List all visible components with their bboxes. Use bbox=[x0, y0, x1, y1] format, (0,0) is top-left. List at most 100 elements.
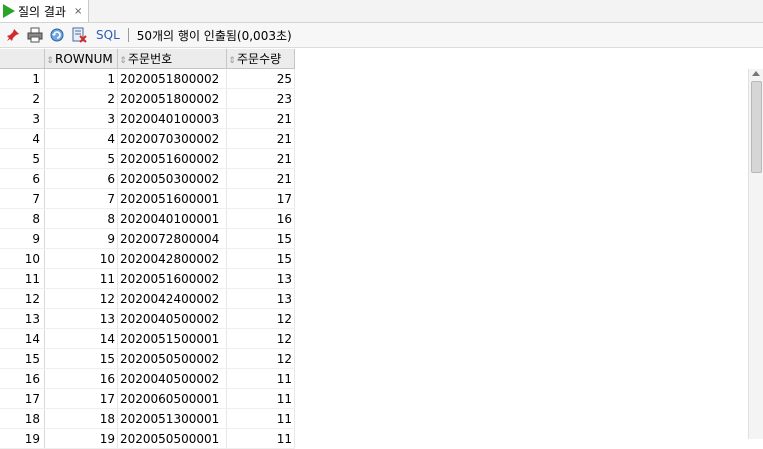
order-no-cell[interactable]: 2020051600002 bbox=[117, 148, 227, 169]
order-no-cell[interactable]: 2020040500002 bbox=[117, 308, 227, 329]
table-row[interactable]: 17 17 2020060500001 11 bbox=[0, 388, 295, 409]
print-icon[interactable] bbox=[26, 26, 44, 44]
table-row[interactable]: 14 14 2020051500001 12 bbox=[0, 328, 295, 349]
result-grid: ⇕ROWNUM ⇕주문번호 ⇕주문수량 1 1 2020051800002 25 2 2 2… bbox=[0, 49, 295, 449]
rownum-cell[interactable]: 12 bbox=[44, 288, 118, 309]
order-no-cell[interactable]: 2020051800002 bbox=[117, 88, 227, 109]
order-qty-cell[interactable]: 17 bbox=[226, 188, 295, 209]
refresh-icon[interactable] bbox=[48, 26, 66, 44]
rownum-cell[interactable]: 18 bbox=[44, 408, 118, 429]
row-index-cell: 17 bbox=[0, 388, 45, 409]
table-row[interactable]: 13 13 2020040500002 12 bbox=[0, 308, 295, 329]
rownum-cell[interactable]: 2 bbox=[44, 88, 118, 109]
sort-icon[interactable]: ⇕ bbox=[118, 56, 128, 66]
order-qty-cell[interactable]: 23 bbox=[226, 88, 295, 109]
row-index-cell: 5 bbox=[0, 148, 45, 169]
result-toolbar: SQL 50개의 행이 인출됨(0,003초) bbox=[0, 23, 763, 48]
order-qty-cell[interactable]: 12 bbox=[226, 348, 295, 369]
order-no-cell[interactable]: 2020042400002 bbox=[117, 288, 227, 309]
order-no-cell[interactable]: 2020060500001 bbox=[117, 388, 227, 409]
order-qty-cell[interactable]: 12 bbox=[226, 328, 295, 349]
order-qty-cell[interactable]: 11 bbox=[226, 368, 295, 389]
column-header-label: 주문번호 bbox=[128, 52, 173, 66]
pin-icon[interactable] bbox=[4, 26, 22, 44]
row-index-cell: 16 bbox=[0, 368, 45, 389]
order-qty-cell[interactable]: 21 bbox=[226, 108, 295, 129]
order-qty-cell[interactable]: 15 bbox=[226, 228, 295, 249]
order-qty-cell[interactable]: 13 bbox=[226, 268, 295, 289]
order-qty-cell[interactable]: 21 bbox=[226, 168, 295, 189]
column-header-order-qty[interactable]: ⇕주문수량 bbox=[226, 49, 295, 69]
rownum-cell[interactable]: 6 bbox=[44, 168, 118, 189]
sql-button[interactable]: SQL bbox=[96, 28, 120, 42]
scroll-up-icon[interactable] bbox=[752, 71, 760, 76]
rownum-cell[interactable]: 10 bbox=[44, 248, 118, 269]
order-no-cell[interactable]: 2020051600002 bbox=[117, 268, 227, 289]
tab-query-result[interactable]: 질의 결과 × bbox=[0, 0, 89, 22]
rownum-cell[interactable]: 9 bbox=[44, 228, 118, 249]
row-index-cell: 3 bbox=[0, 108, 45, 129]
order-qty-cell[interactable]: 11 bbox=[226, 388, 295, 409]
order-no-cell[interactable]: 2020040500002 bbox=[117, 368, 227, 389]
order-no-cell[interactable]: 2020040100001 bbox=[117, 208, 227, 229]
rownum-cell[interactable]: 1 bbox=[44, 68, 118, 89]
rownum-cell[interactable]: 4 bbox=[44, 128, 118, 149]
table-row[interactable]: 3 3 2020040100003 21 bbox=[0, 108, 295, 129]
table-row[interactable]: 18 18 2020051300001 11 bbox=[0, 408, 295, 429]
table-row[interactable]: 6 6 2020050300002 21 bbox=[0, 168, 295, 189]
table-row[interactable]: 7 7 2020051600001 17 bbox=[0, 188, 295, 209]
order-no-cell[interactable]: 2020072800004 bbox=[117, 228, 227, 249]
export-icon[interactable] bbox=[70, 26, 88, 44]
rownum-cell[interactable]: 8 bbox=[44, 208, 118, 229]
rownum-cell[interactable]: 5 bbox=[44, 148, 118, 169]
table-row[interactable]: 12 12 2020042400002 13 bbox=[0, 288, 295, 309]
order-no-cell[interactable]: 2020051500001 bbox=[117, 328, 227, 349]
sort-icon[interactable]: ⇕ bbox=[45, 56, 55, 66]
rownum-cell[interactable]: 17 bbox=[44, 388, 118, 409]
rownum-cell[interactable]: 7 bbox=[44, 188, 118, 209]
column-header-order-no[interactable]: ⇕주문번호 bbox=[117, 49, 227, 69]
column-header-rownum[interactable]: ⇕ROWNUM bbox=[44, 49, 118, 69]
order-no-cell[interactable]: 2020040100003 bbox=[117, 108, 227, 129]
row-index-cell: 7 bbox=[0, 188, 45, 209]
order-qty-cell[interactable]: 21 bbox=[226, 148, 295, 169]
order-no-cell[interactable]: 2020050500002 bbox=[117, 348, 227, 369]
vertical-scrollbar[interactable] bbox=[748, 69, 763, 439]
order-no-cell[interactable]: 2020050300002 bbox=[117, 168, 227, 189]
table-row[interactable]: 11 11 2020051600002 13 bbox=[0, 268, 295, 289]
table-row[interactable]: 10 10 2020042800002 15 bbox=[0, 248, 295, 269]
order-qty-cell[interactable]: 15 bbox=[226, 248, 295, 269]
rownum-cell[interactable]: 11 bbox=[44, 268, 118, 289]
rownum-cell[interactable]: 13 bbox=[44, 308, 118, 329]
row-index-cell: 2 bbox=[0, 88, 45, 109]
result-table: ⇕ROWNUM ⇕주문번호 ⇕주문수량 1 1 2020051800002 25 2 2 2… bbox=[0, 49, 295, 449]
order-qty-cell[interactable]: 13 bbox=[226, 288, 295, 309]
table-row[interactable]: 16 16 2020040500002 11 bbox=[0, 368, 295, 389]
rownum-cell[interactable]: 3 bbox=[44, 108, 118, 129]
table-row[interactable]: 4 4 2020070300002 21 bbox=[0, 128, 295, 149]
table-row[interactable]: 9 9 2020072800004 15 bbox=[0, 228, 295, 249]
order-qty-cell[interactable]: 25 bbox=[226, 68, 295, 89]
rownum-cell[interactable]: 15 bbox=[44, 348, 118, 369]
table-row[interactable]: 2 2 2020051800002 23 bbox=[0, 88, 295, 109]
rownum-cell[interactable]: 16 bbox=[44, 368, 118, 389]
order-no-cell[interactable]: 2020051600001 bbox=[117, 188, 227, 209]
table-row[interactable]: 5 5 2020051600002 21 bbox=[0, 148, 295, 169]
order-qty-cell[interactable]: 11 bbox=[226, 408, 295, 429]
close-icon[interactable]: × bbox=[74, 6, 82, 17]
sort-icon[interactable]: ⇕ bbox=[227, 56, 237, 66]
order-no-cell[interactable]: 2020051300001 bbox=[117, 408, 227, 429]
order-no-cell[interactable]: 2020051800002 bbox=[117, 68, 227, 89]
order-qty-cell[interactable]: 16 bbox=[226, 208, 295, 229]
table-row[interactable]: 8 8 2020040100001 16 bbox=[0, 208, 295, 229]
table-row[interactable]: 1 1 2020051800002 25 bbox=[0, 68, 295, 89]
order-no-cell[interactable]: 2020042800002 bbox=[117, 248, 227, 269]
order-no-cell[interactable]: 2020070300002 bbox=[117, 128, 227, 149]
header-row: ⇕ROWNUM ⇕주문번호 ⇕주문수량 bbox=[0, 49, 295, 69]
table-row[interactable]: 15 15 2020050500002 12 bbox=[0, 348, 295, 369]
scrollbar-thumb[interactable] bbox=[751, 81, 762, 173]
order-qty-cell[interactable]: 12 bbox=[226, 308, 295, 329]
row-index-cell: 1 bbox=[0, 68, 45, 89]
order-qty-cell[interactable]: 21 bbox=[226, 128, 295, 149]
rownum-cell[interactable]: 14 bbox=[44, 328, 118, 349]
